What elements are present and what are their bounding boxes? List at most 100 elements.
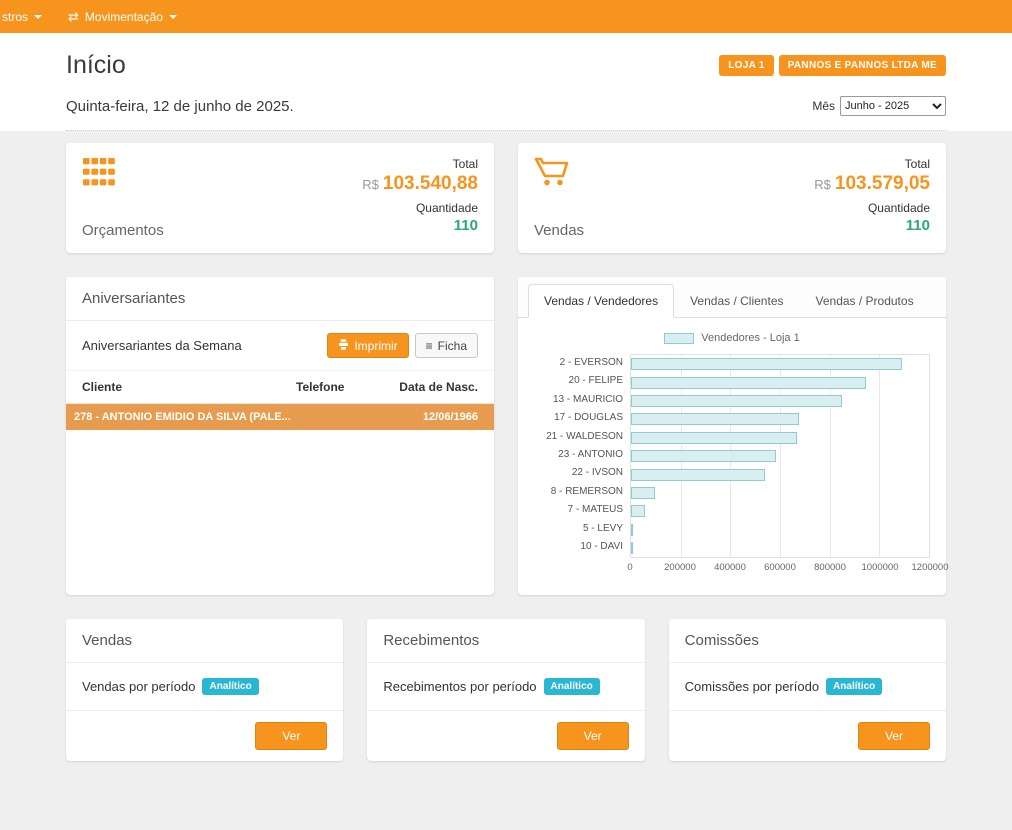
comissoes-report-card: Comissões Comissões por período Analític…: [669, 619, 946, 761]
birthdays-subtitle: Aniversariantes da Semana: [82, 338, 242, 353]
quantity-value: 110: [814, 217, 930, 234]
main-content: Orçamentos Total R$ 103.540,88 Quantidade…: [0, 131, 1012, 821]
cell-cliente: 278 - ANTONIO EMIDIO DA SILVA (PALE...: [74, 411, 296, 423]
total-value: 103.540,88: [383, 173, 478, 194]
quantity-value: 110: [362, 217, 478, 234]
calculator-icon: [82, 157, 164, 192]
report-description: Comissões por período: [685, 679, 819, 694]
nav-item-movimentacao[interactable]: ⇄ Movimentação: [68, 9, 177, 25]
chart-x-tick: 400000: [714, 562, 746, 573]
chart-x-tick: 600000: [764, 562, 796, 573]
chart-bar: [631, 358, 902, 370]
chart-bar: [631, 377, 866, 389]
ver-button[interactable]: Ver: [255, 722, 327, 750]
chart-tabs: Vendas / Vendedores Vendas / Clientes Ve…: [518, 277, 946, 318]
card-title: Recebimentos: [367, 619, 644, 663]
tab-vendas-clientes[interactable]: Vendas / Clientes: [674, 284, 799, 318]
chart-category-label: 8 - REMERSON: [534, 483, 630, 501]
currency-label: R$: [362, 177, 379, 192]
exchange-icon: ⇄: [68, 9, 79, 25]
chart-category-label: 13 - MAURICIO: [534, 391, 630, 409]
ficha-button[interactable]: ≡ Ficha: [415, 333, 478, 358]
report-description: Vendas por período: [82, 679, 195, 694]
quantity-label: Quantidade: [362, 201, 478, 215]
month-select[interactable]: Junho - 2025: [840, 96, 946, 116]
nav-item-label: Movimentação: [85, 10, 163, 24]
chart-bar: [631, 432, 797, 444]
legend-label: Vendedores - Loja 1: [701, 332, 799, 344]
chart-category-label: 22 - IVSON: [534, 464, 630, 482]
vendas-summary-card: Vendas Total R$ 103.579,05 Quantidade 110: [518, 143, 946, 253]
chart-bar: [631, 542, 633, 554]
total-label: Total: [362, 157, 478, 171]
store-badge[interactable]: LOJA 1: [719, 55, 773, 76]
chevron-down-icon: [169, 15, 177, 19]
card-title: Aniversariantes: [66, 277, 494, 321]
cell-data-nasc: 12/06/1966: [378, 411, 478, 423]
card-title: Vendas: [534, 222, 584, 239]
store-badges: LOJA 1 PANNOS E PANNOS LTDA ME: [719, 55, 946, 76]
chart-category-label: 7 - MATEUS: [534, 501, 630, 519]
ver-button[interactable]: Ver: [557, 722, 629, 750]
company-badge[interactable]: PANNOS E PANNOS LTDA ME: [779, 55, 946, 76]
chart-x-tick: 800000: [814, 562, 846, 573]
birthdays-table: Cliente Telefone Data de Nasc. 278 - ANT…: [66, 371, 494, 430]
sales-chart-card: Vendas / Vendedores Vendas / Clientes Ve…: [518, 277, 946, 595]
column-header-data-nasc: Data de Nasc.: [378, 380, 478, 394]
analitico-badge: Analítico: [202, 678, 258, 695]
vendas-report-card: Vendas Vendas por período Analítico Ver: [66, 619, 343, 761]
tab-vendas-produtos[interactable]: Vendas / Produtos: [800, 284, 930, 318]
chart-category-label: 2 - EVERSON: [534, 354, 630, 372]
list-icon: ≡: [426, 340, 433, 352]
print-button-label: Imprimir: [354, 340, 397, 352]
shopping-cart-icon: [534, 157, 584, 192]
chevron-down-icon: [34, 15, 42, 19]
tab-vendas-vendedores[interactable]: Vendas / Vendedores: [528, 284, 674, 318]
chart-bar: [631, 469, 765, 481]
report-description: Recebimentos por período: [383, 679, 536, 694]
chart-bar: [631, 524, 633, 536]
page-title: Início: [66, 51, 126, 80]
aniversariantes-card: Aniversariantes Aniversariantes da Seman…: [66, 277, 494, 595]
chart-x-tick: 0: [627, 562, 632, 573]
column-header-cliente: Cliente: [82, 380, 296, 394]
chart-category-label: 17 - DOUGLAS: [534, 409, 630, 427]
chart-body: Vendedores - Loja 1 2 - EVERSON20 - FELI…: [518, 318, 946, 590]
orcamentos-summary-card: Orçamentos Total R$ 103.540,88 Quantidade…: [66, 143, 494, 253]
chart-bar: [631, 395, 842, 407]
page-header: Início LOJA 1 PANNOS E PANNOS LTDA ME Qu…: [0, 33, 1012, 131]
chart-category-label: 20 - FELIPE: [534, 372, 630, 390]
quantity-label: Quantidade: [814, 201, 930, 215]
total-label: Total: [814, 157, 930, 171]
chart-x-tick: 1200000: [912, 562, 949, 573]
chart-x-tick: 200000: [664, 562, 696, 573]
ver-button[interactable]: Ver: [858, 722, 930, 750]
current-date-text: Quinta-feira, 12 de junho de 2025.: [66, 98, 294, 115]
chart-bar: [631, 487, 655, 499]
chart-plot: [630, 354, 930, 558]
top-navbar: stros ⇄ Movimentação: [0, 0, 1012, 33]
chart-bar: [631, 413, 799, 425]
chart-legend: Vendedores - Loja 1: [534, 332, 930, 344]
table-row[interactable]: 278 - ANTONIO EMIDIO DA SILVA (PALE... 1…: [66, 404, 494, 430]
legend-swatch: [664, 333, 694, 344]
chart-x-tick: 1000000: [862, 562, 899, 573]
column-header-telefone: Telefone: [296, 380, 378, 394]
chart-category-label: 21 - WALDESON: [534, 428, 630, 446]
nav-item-cadastros[interactable]: stros: [2, 10, 42, 24]
card-title: Orçamentos: [82, 222, 164, 239]
chart-category-label: 10 - DAVI: [534, 538, 630, 556]
print-button[interactable]: Imprimir: [327, 333, 408, 358]
card-title: Comissões: [669, 619, 946, 663]
currency-label: R$: [814, 177, 831, 192]
printer-icon: [338, 339, 349, 352]
analitico-badge: Analítico: [826, 678, 882, 695]
chart-x-axis: 020000040000060000080000010000001200000: [630, 562, 930, 580]
chart-bar: [631, 505, 645, 517]
chart-bar: [631, 450, 776, 462]
nav-item-label: stros: [2, 10, 28, 24]
chart-category-label: 5 - LEVY: [534, 520, 630, 538]
ficha-button-label: Ficha: [438, 340, 467, 352]
recebimentos-report-card: Recebimentos Recebimentos por período An…: [367, 619, 644, 761]
total-value: 103.579,05: [835, 173, 930, 194]
